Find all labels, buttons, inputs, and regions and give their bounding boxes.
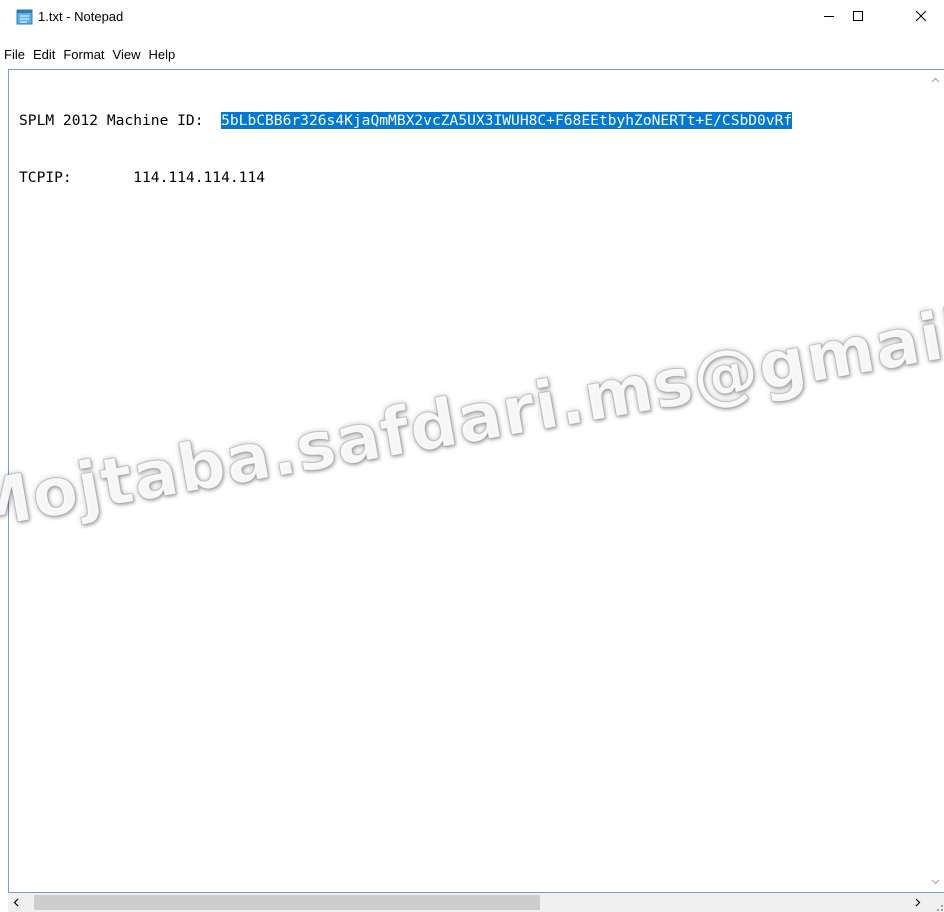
scroll-right-icon[interactable] — [913, 898, 922, 907]
menu-file[interactable]: File — [4, 44, 29, 66]
close-icon — [915, 10, 927, 22]
title-bar[interactable]: 1.txt - Notepad — [0, 0, 944, 32]
tcpip-line: TCPIP: 114.114.114.114 — [19, 169, 266, 186]
menu-edit[interactable]: Edit — [29, 44, 59, 66]
notepad-window: 1.txt - Notepad File Edit Format View He… — [0, 0, 944, 912]
resize-grip-icon[interactable] — [930, 898, 944, 912]
text-line: SPLM 2012 Machine ID: 5bLbCBB6r326s4KjaQ… — [19, 111, 926, 130]
menu-help[interactable]: Help — [144, 44, 179, 66]
menu-view[interactable]: View — [109, 44, 145, 66]
minimize-icon — [824, 16, 834, 17]
scroll-down-icon[interactable] — [931, 877, 940, 886]
window-title: 1.txt - Notepad — [38, 9, 124, 24]
close-button[interactable] — [898, 0, 944, 32]
text-editor[interactable]: SPLM 2012 Machine ID: 5bLbCBB6r326s4KjaQ… — [8, 69, 944, 893]
document-text[interactable]: SPLM 2012 Machine ID: 5bLbCBB6r326s4KjaQ… — [19, 73, 926, 892]
text-line: TCPIP: 114.114.114.114 — [19, 168, 926, 187]
menu-format[interactable]: Format — [59, 44, 108, 66]
machine-id-label: SPLM 2012 Machine ID: — [19, 112, 222, 129]
notepad-icon — [16, 9, 33, 25]
selected-machine-id[interactable]: 5bLbCBB6r326s4KjaQmMBX2vcZA5UX3IWUH8C+F6… — [221, 112, 793, 129]
menu-bar: File Edit Format View Help — [4, 44, 944, 66]
scroll-up-icon[interactable] — [931, 76, 940, 85]
vertical-scrollbar[interactable] — [927, 70, 944, 892]
horizontal-scrollbar[interactable] — [8, 893, 944, 912]
maximize-button[interactable] — [835, 0, 881, 32]
horizontal-scroll-thumb[interactable] — [34, 895, 540, 910]
scroll-left-icon[interactable] — [12, 898, 21, 907]
maximize-icon — [853, 11, 863, 21]
